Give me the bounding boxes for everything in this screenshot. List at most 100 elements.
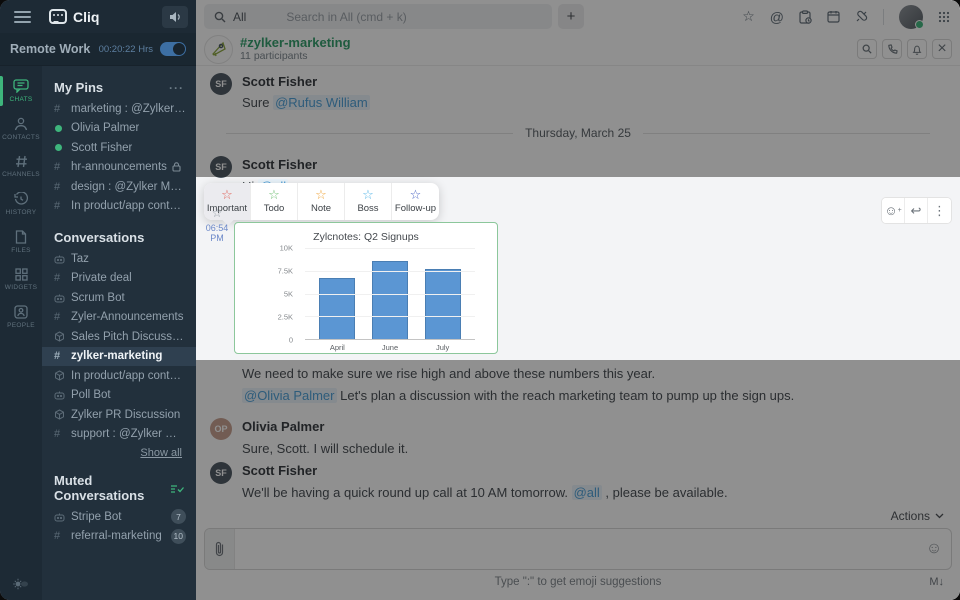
message-text: Sure @Rufus William [242,95,370,110]
conversation-item-selected[interactable]: #zylker-marketing [42,347,196,367]
message-author: Scott Fisher [242,157,317,172]
clipboard-icon[interactable] [799,10,812,24]
chart-ytick: 0 [289,336,293,345]
emoji-picker-icon[interactable]: ☺ [917,529,951,569]
online-dot-icon [55,125,62,132]
remote-work-timer: 00:20:22 Hrs [99,44,153,55]
call-icon[interactable] [882,39,902,59]
remote-work-toggle[interactable] [160,42,186,56]
cliq-bubble-icon [49,9,67,24]
more-options-icon[interactable]: ⋮ [928,198,951,223]
conversations-header: Conversations [42,226,196,249]
pin-item[interactable]: #design : @Zylker Mobi… [42,177,196,197]
my-pins-header: My Pins ··· [42,76,196,99]
conversation-item[interactable]: Poll Bot [42,386,196,406]
hash-icon: # [54,428,71,440]
message-text: We need to make sure we rise high and ab… [242,366,655,381]
mentions-icon[interactable]: @ [770,10,784,24]
avatar[interactable]: OP [210,418,232,440]
actions-dropdown[interactable]: Actions [891,509,944,523]
theme-toggle-icon[interactable] [13,578,29,590]
flag-followup[interactable]: ☆Follow-up [392,183,439,220]
starred-icon[interactable]: ☆ [742,8,755,25]
search-bar[interactable]: All [204,4,552,29]
nav-contacts[interactable]: CONTACTS [0,110,42,148]
message-text: @Olivia Palmer Let's plan a discussion w… [242,388,794,403]
star-icon: ☆ [410,188,422,201]
speaker-icon[interactable] [162,6,188,28]
chart-message-card[interactable]: Zylcnotes: Q2 Signups 02.5K5K7.5K10K Apr… [234,222,498,354]
nav-files[interactable]: FILES [0,223,42,261]
channel-search-icon[interactable] [857,39,877,59]
channel-name[interactable]: #zylker-marketing [240,36,351,51]
user-avatar[interactable] [899,5,923,29]
apps-grid-icon[interactable] [938,11,950,23]
conversation-item[interactable]: In product/app conten… [42,366,196,386]
nav-chats[interactable]: CHATS [0,72,42,110]
add-reaction-icon[interactable]: ☺+ [882,198,905,223]
flag-message-star-icon[interactable]: ☆ [200,206,234,220]
muted-item[interactable]: Stripe Bot7 [42,507,196,527]
nav-people[interactable]: PEOPLE [0,298,42,336]
search-input[interactable] [272,10,552,24]
chart-ytick: 2.5K [278,313,293,322]
search-scope-selector[interactable]: All [204,4,272,29]
nav-widgets[interactable]: WIDGETS [0,261,42,298]
chart-gridline [305,316,475,317]
muted-filter-icon[interactable] [170,483,184,493]
integrations-icon[interactable] [855,10,868,23]
notification-bell-icon[interactable] [907,39,927,59]
conversation-item[interactable]: Sales Pitch Discussion [42,327,196,347]
conversation-item[interactable]: #support : @Zylker Mo… [42,425,196,445]
chart-ytick: 5K [284,290,293,299]
pin-item[interactable]: #marketing : @Zylker … [42,99,196,119]
nav-rail: CHATS CONTACTS CHANNELS HISTORY FILES [0,66,42,600]
pin-item[interactable]: #hr-announcements [42,158,196,178]
channel-participants[interactable]: 11 participants [240,50,351,62]
hamburger-menu-icon[interactable] [14,8,31,26]
calendar-icon[interactable] [827,10,840,23]
message-author: Scott Fisher [242,74,317,89]
avatar[interactable]: SF [210,156,232,178]
reply-icon[interactable]: ↩ [905,198,928,223]
attachment-icon[interactable] [205,529,235,569]
nav-channels[interactable]: CHANNELS [0,148,42,185]
conversation-item[interactable]: #Zyler-Announcements [42,308,196,328]
unread-badge: 7 [171,509,186,524]
divider [883,9,884,25]
pin-item[interactable]: Olivia Palmer [42,119,196,139]
conversation-item[interactable]: Scrum Bot [42,288,196,308]
flag-menu: ☆Important ☆Todo ☆Note ☆Boss ☆Follow-up [204,183,439,220]
app-window: Cliq Remote Work 00:20:22 Hrs CHATS CONT… [0,0,960,600]
chart-plot: AprilJuneJuly [305,248,475,340]
conversation-item[interactable]: #Private deal [42,269,196,289]
flag-boss[interactable]: ☆Boss [345,183,392,220]
mention-chip[interactable]: @all [572,485,602,500]
nav-history[interactable]: HISTORY [0,185,42,223]
emoji-helper-text: Type ":" to get emoji suggestions [196,576,960,588]
pin-item[interactable]: Scott Fisher [42,138,196,158]
message-author: Olivia Palmer [242,419,324,434]
discussion-icon [54,331,71,342]
chart-xtick: April [330,343,345,352]
show-all-link[interactable]: Show all [42,444,196,459]
mention-chip[interactable]: @Olivia Palmer [242,388,337,403]
avatar[interactable]: SF [210,462,232,484]
message-input[interactable] [235,529,917,569]
pin-item[interactable]: #In product/app conten… [42,197,196,217]
message-author: Scott Fisher [242,463,317,478]
flag-todo[interactable]: ☆Todo [251,183,298,220]
pins-more-icon[interactable]: ··· [169,81,184,95]
chart-xtick: June [382,343,398,352]
close-icon[interactable]: × [932,39,952,59]
new-chat-button[interactable]: + [558,4,584,29]
avatar[interactable]: SF [210,73,232,95]
chart-bar [319,278,355,339]
flag-note[interactable]: ☆Note [298,183,345,220]
conversation-item[interactable]: Zylker PR Discussion [42,405,196,425]
mention-chip[interactable]: @Rufus William [273,95,370,110]
muted-item[interactable]: #referral-marketing10 [42,527,196,547]
conversation-item[interactable]: Taz [42,249,196,269]
date-divider: Thursday, March 25 [226,126,930,140]
markdown-toggle[interactable]: M↓ [929,576,944,588]
